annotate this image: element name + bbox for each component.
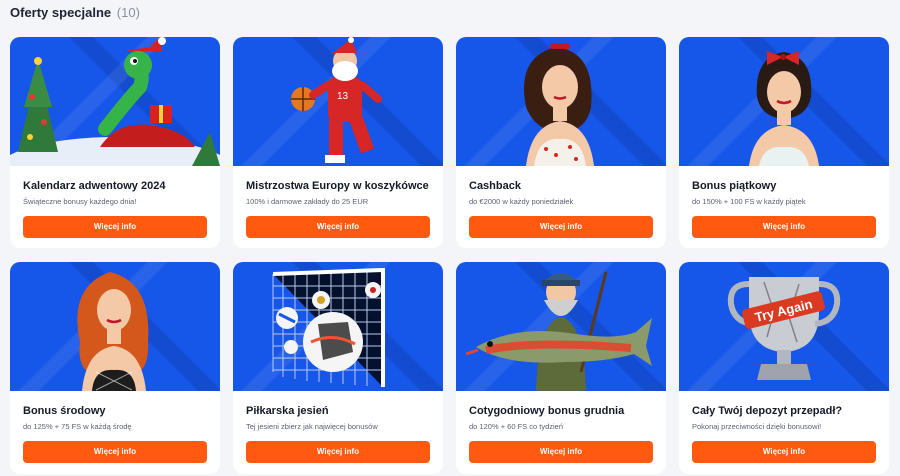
offer-image bbox=[679, 37, 889, 166]
offer-subtitle: do 120% + 60 FS co tydzień bbox=[469, 422, 564, 431]
more-info-button[interactable]: Więcej info bbox=[23, 441, 207, 463]
offer-card-basketball[interactable]: 13 Mistrzostwa Europy w koszykówce 100% … bbox=[233, 37, 443, 248]
offer-image: 13 bbox=[233, 37, 443, 166]
offer-subtitle: 100% i darmowe zakłady do 25 EUR bbox=[246, 197, 369, 206]
offer-title: Cotygodniowy bonus grudnia bbox=[469, 405, 625, 417]
offer-subtitle: do 125% + 75 FS w każdą środę bbox=[23, 422, 132, 431]
section-title-text: Oferty specjalne bbox=[10, 5, 112, 20]
offer-title: Bonus środowy bbox=[23, 405, 106, 417]
offer-image bbox=[10, 262, 220, 391]
offer-subtitle: Tej jesieni zbierz jak najwięcej bonusów bbox=[246, 422, 378, 431]
offer-subtitle: do 150% + 100 FS w każdy piątek bbox=[692, 197, 806, 206]
offer-card-friday[interactable]: Bonus piątkowy do 150% + 100 FS w każdy … bbox=[679, 37, 889, 248]
redhead-girl-icon bbox=[77, 272, 149, 391]
offer-image bbox=[456, 262, 666, 391]
pinup-girl-bow-icon bbox=[749, 51, 819, 166]
more-info-button[interactable]: Więcej info bbox=[469, 441, 653, 463]
christmas-snake-icon bbox=[10, 37, 220, 166]
offer-title: Piłkarska jesień bbox=[246, 405, 329, 417]
santa-basketball-icon: 13 bbox=[291, 37, 382, 163]
offer-subtitle: do €2000 w każdy poniedziałek bbox=[469, 197, 574, 206]
offer-card-football[interactable]: Piłkarska jesień Tej jesieni zbierz jak … bbox=[233, 262, 443, 474]
offer-image bbox=[10, 37, 220, 166]
offer-title: Bonus piątkowy bbox=[692, 180, 777, 192]
more-info-button[interactable]: Więcej info bbox=[692, 216, 876, 238]
offer-subtitle: Świąteczne bonusy każdego dnia! bbox=[23, 197, 137, 206]
svg-text:13: 13 bbox=[337, 91, 349, 102]
offer-card-wednesday[interactable]: Bonus środowy do 125% + 75 FS w każdą śr… bbox=[10, 262, 220, 474]
more-info-button[interactable]: Więcej info bbox=[469, 216, 653, 238]
fisherman-fish-icon bbox=[465, 271, 652, 391]
offer-card-deposit[interactable]: Try Again Cały Twój depozyt przepadł? Po… bbox=[679, 262, 889, 474]
offer-title: Cały Twój depozyt przepadł? bbox=[692, 405, 843, 417]
section-title: Oferty specjalne (10) bbox=[10, 5, 140, 20]
offer-card-december[interactable]: Cotygodniowy bonus grudnia do 120% + 60 … bbox=[456, 262, 666, 474]
offer-image bbox=[233, 262, 443, 391]
offer-subtitle: Pokonaj przeciwności dzięki bonusowi! bbox=[692, 422, 822, 431]
offer-count: (10) bbox=[116, 5, 140, 20]
offer-card-cashback[interactable]: Cashback do €2000 w każdy poniedziałek W… bbox=[456, 37, 666, 248]
offer-title: Cashback bbox=[469, 180, 521, 192]
football-goal-icon bbox=[272, 267, 385, 387]
offer-image bbox=[456, 37, 666, 166]
offer-title: Mistrzostwa Europy w koszykówce bbox=[246, 180, 429, 192]
offer-card-advent[interactable]: Kalendarz adwentowy 2024 Świąteczne bonu… bbox=[10, 37, 220, 248]
offer-title: Kalendarz adwentowy 2024 bbox=[23, 180, 166, 192]
more-info-button[interactable]: Więcej info bbox=[23, 216, 207, 238]
pinup-girl-icon bbox=[524, 43, 594, 166]
more-info-button[interactable]: Więcej info bbox=[246, 216, 430, 238]
offers-grid: Kalendarz adwentowy 2024 Świąteczne bonu… bbox=[10, 37, 890, 474]
offer-image: Try Again bbox=[679, 262, 889, 391]
more-info-button[interactable]: Więcej info bbox=[246, 441, 430, 463]
more-info-button[interactable]: Więcej info bbox=[692, 441, 876, 463]
trophy-icon: Try Again bbox=[727, 277, 841, 380]
